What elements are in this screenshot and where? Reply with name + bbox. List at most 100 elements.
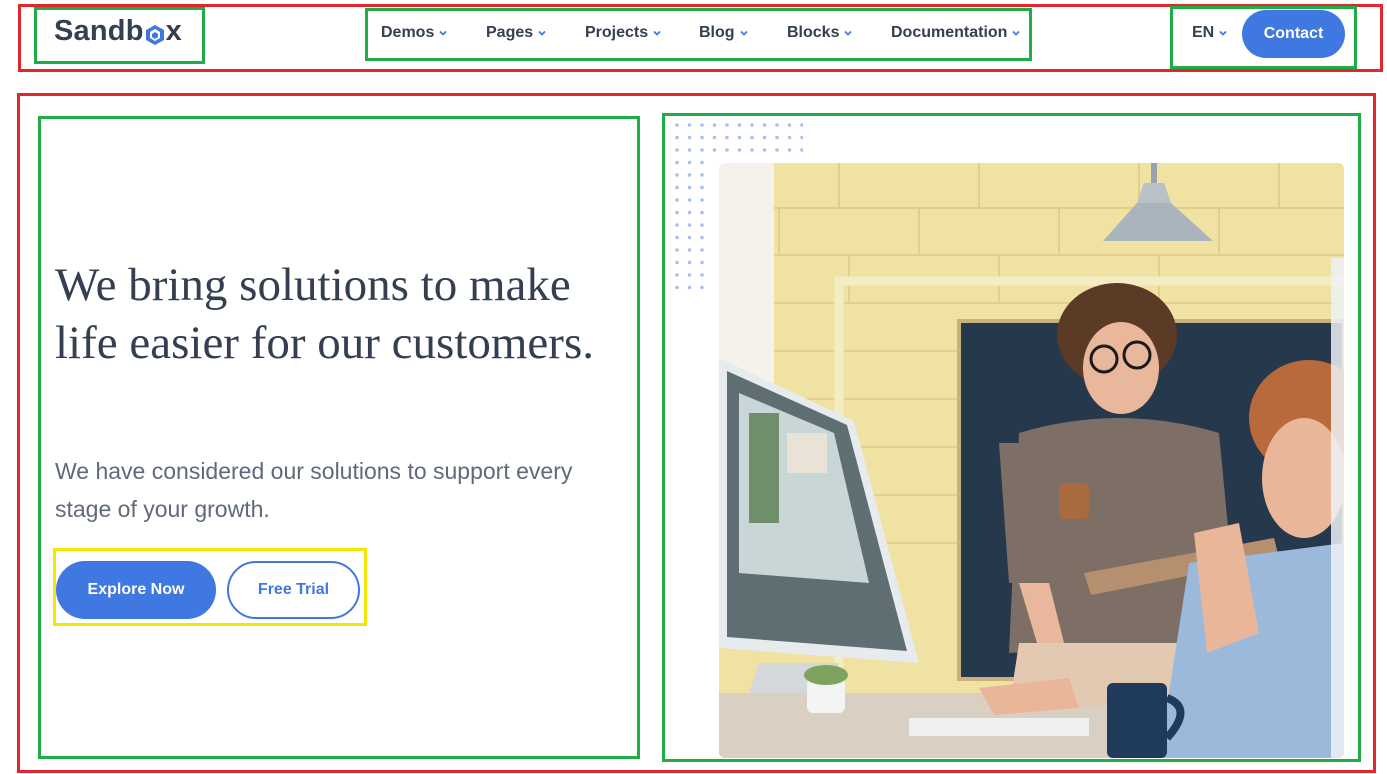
pattern-dot	[737, 148, 742, 152]
pattern-dot	[675, 135, 679, 140]
pattern-dot	[687, 173, 692, 177]
pattern-dot	[700, 210, 704, 215]
contact-button[interactable]: Contact	[1242, 10, 1345, 58]
pattern-dot	[675, 198, 679, 202]
pattern-dot	[762, 135, 767, 140]
nav-item-label: Pages	[486, 24, 534, 41]
pattern-dot	[687, 223, 692, 227]
nav-item-blog[interactable]: Blog	[699, 24, 749, 42]
pattern-dot	[687, 198, 692, 202]
pattern-dot	[675, 273, 679, 277]
pattern-dot	[687, 135, 692, 140]
pattern-dot	[750, 135, 754, 140]
pattern-dot	[712, 123, 717, 127]
main-nav: Demos Pages Projects Blog Blocks Documen…	[367, 10, 1031, 58]
free-trial-button[interactable]: Free Trial	[227, 561, 360, 619]
pattern-dot	[800, 135, 803, 140]
pattern-dot	[700, 260, 704, 265]
pattern-dot	[775, 135, 779, 140]
pattern-dot	[687, 210, 692, 215]
chevron-down-icon	[439, 30, 447, 36]
nav-item-demos[interactable]: Demos	[381, 24, 448, 42]
pattern-dot	[700, 285, 704, 290]
pattern-dot	[775, 148, 779, 152]
nav-item-projects[interactable]: Projects	[585, 24, 662, 42]
pattern-dot	[675, 160, 679, 165]
pattern-dot	[800, 123, 803, 127]
pattern-dot	[787, 123, 792, 127]
hero-text-region-outline	[38, 116, 640, 759]
pattern-dot	[725, 135, 729, 140]
pattern-dot	[700, 135, 704, 140]
pattern-dot	[675, 260, 679, 265]
pattern-dot	[675, 173, 679, 177]
pattern-dot	[675, 210, 679, 215]
pattern-dot	[700, 185, 704, 190]
chevron-down-icon	[1219, 30, 1227, 36]
pattern-dot	[687, 235, 692, 240]
pattern-dot	[675, 185, 679, 190]
chevron-down-icon	[739, 30, 748, 36]
nav-item-label: Documentation	[891, 24, 1008, 41]
nav-item-blocks[interactable]: Blocks	[787, 24, 853, 42]
pattern-dot	[750, 123, 754, 127]
hero-photo	[719, 163, 1344, 758]
chevron-down-icon	[844, 30, 853, 36]
pattern-dot	[675, 123, 679, 127]
logo-text-start: Sandb	[54, 15, 144, 47]
pattern-dot	[687, 185, 692, 190]
language-label: EN	[1192, 24, 1215, 41]
logo[interactable]: Sandb x	[54, 15, 182, 48]
pattern-dot	[687, 285, 692, 290]
pattern-dot	[725, 123, 729, 127]
pattern-dot	[762, 148, 767, 152]
pattern-dot	[775, 123, 779, 127]
pattern-dot	[700, 198, 704, 202]
nav-item-documentation[interactable]: Documentation	[891, 24, 1021, 42]
pattern-dot	[712, 148, 717, 152]
pattern-dot	[700, 148, 704, 152]
chevron-down-icon	[538, 30, 546, 36]
pattern-dot	[675, 248, 679, 252]
pattern-dot	[675, 148, 679, 152]
pattern-dot	[687, 160, 692, 165]
pattern-dot	[737, 123, 742, 127]
nav-item-label: Blog	[699, 24, 735, 41]
nav-item-pages[interactable]: Pages	[486, 24, 547, 42]
pattern-dot	[687, 260, 692, 265]
nav-item-label: Blocks	[787, 24, 840, 41]
pattern-dot	[800, 148, 803, 152]
pattern-dot	[750, 148, 754, 152]
cube-icon	[145, 21, 165, 45]
pattern-dot	[700, 123, 704, 127]
pattern-dot	[737, 135, 742, 140]
hero-title: We bring solutions to make life easier f…	[55, 259, 594, 369]
pattern-dot	[700, 160, 704, 165]
nav-item-label: Demos	[381, 24, 435, 41]
hero-subtitle: We have considered our solutions to supp…	[55, 458, 573, 522]
nav-item-label: Projects	[585, 24, 649, 41]
explore-now-button[interactable]: Explore Now	[56, 561, 216, 619]
pattern-dot	[787, 135, 792, 140]
pattern-dot	[762, 123, 767, 127]
chevron-down-icon	[653, 30, 661, 36]
pattern-dot	[700, 223, 704, 227]
pattern-dot	[675, 235, 679, 240]
pattern-dot	[700, 248, 704, 252]
pattern-dot	[700, 173, 704, 177]
pattern-dot	[675, 223, 679, 227]
office-scene-illustration	[719, 163, 1344, 758]
pattern-dot	[712, 135, 717, 140]
pattern-dot	[687, 273, 692, 277]
pattern-dot	[700, 273, 704, 277]
chevron-down-icon	[1012, 30, 1021, 36]
pattern-dot	[787, 148, 792, 152]
language-selector[interactable]: EN	[1192, 24, 1228, 42]
pattern-dot	[687, 248, 692, 252]
pattern-dot	[687, 123, 692, 127]
logo-text-end: x	[165, 15, 182, 47]
pattern-dot	[675, 285, 679, 290]
pattern-dot	[725, 148, 729, 152]
pattern-dot	[687, 148, 692, 152]
pattern-dot	[700, 235, 704, 240]
